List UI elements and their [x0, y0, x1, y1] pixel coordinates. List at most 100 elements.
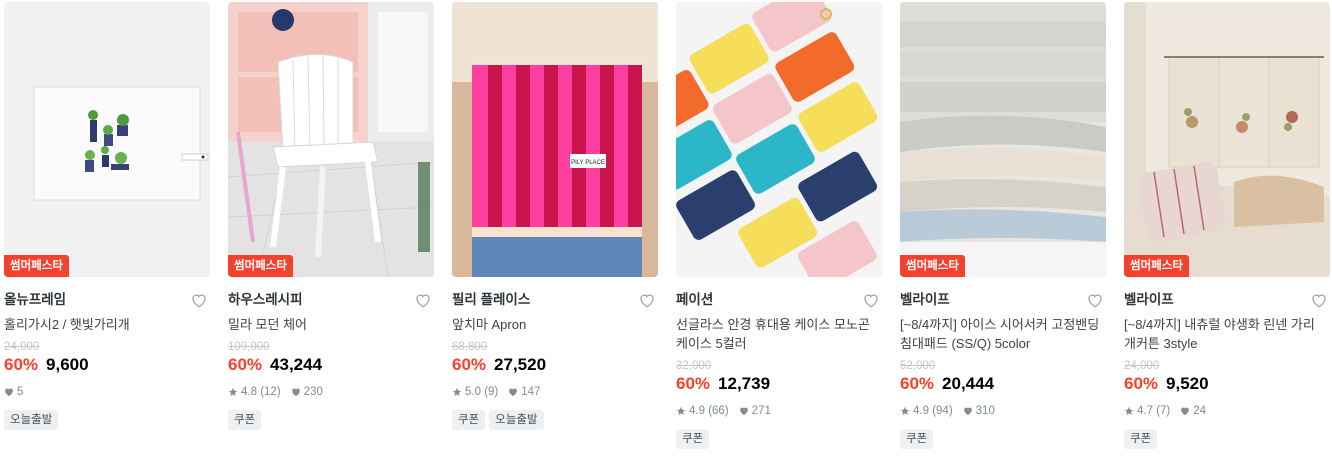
summer-festa-badge: 썸머페스타 — [228, 255, 293, 277]
like-count: 230 — [303, 386, 323, 398]
like-count: 5 — [17, 386, 24, 398]
product-stats: 4.7 (7) 24 — [1124, 403, 1330, 419]
original-price: 68,800 — [452, 341, 488, 353]
heart-icon[interactable] — [1086, 291, 1104, 309]
rating: 4.9 — [689, 405, 705, 417]
brand-name[interactable]: 올뉴프레임 — [4, 291, 210, 309]
sale-price: 12,739 — [718, 374, 771, 393]
tag-coupon: 쿠폰 — [900, 429, 934, 449]
rating: 4.9 — [913, 405, 929, 417]
product-stats: 4.8 (12) 230 — [228, 384, 434, 400]
white-chair-image — [228, 2, 434, 277]
like-count: 24 — [1193, 405, 1207, 417]
heart-icon[interactable] — [414, 291, 432, 309]
star-icon — [676, 406, 686, 415]
price-row: 60% 12,739 — [676, 373, 882, 395]
product-title[interactable]: [~8/4까지] 내츄럴 야생화 린넨 가리개커튼 3style — [1124, 315, 1324, 353]
summer-festa-badge: 썸머페스타 — [1124, 255, 1189, 277]
price-row: 60% 43,244 — [228, 354, 434, 376]
like-heart-icon — [5, 388, 13, 397]
tag-list: 쿠폰 — [676, 429, 882, 449]
linen-curtain-image — [1124, 2, 1330, 277]
striped-apron-image: PILY PLACE — [452, 2, 658, 277]
product-image[interactable]: 썸머페스타 — [4, 2, 210, 277]
product-card[interactable]: PILY PLACE 필리 플레이스 앞치마 Apron 68,800 60% 2… — [452, 2, 658, 430]
original-price: 52,000 — [900, 360, 936, 372]
product-image[interactable]: PILY PLACE — [452, 2, 658, 277]
brand-name[interactable]: 페이션 — [676, 291, 882, 309]
heart-icon[interactable] — [190, 291, 208, 309]
brand-name[interactable]: 하우스레시피 — [228, 291, 434, 309]
heart-icon[interactable] — [1310, 291, 1328, 309]
sale-price: 9,600 — [46, 355, 89, 374]
discount-rate: 60% — [228, 355, 263, 374]
heart-icon[interactable] — [638, 291, 656, 309]
product-card[interactable]: 썸머페스타 올뉴프레임 홀리가시2 / 햇빛가리개 24,000 60% 9,60… — [4, 2, 210, 430]
product-card[interactable]: 썸머페스타 하우스레시피 밀라 모던 체어 109,000 60% 43,244 … — [228, 2, 434, 430]
heart-icon[interactable] — [862, 291, 880, 309]
price-row: 60% 20,444 — [900, 373, 1106, 395]
star-icon — [900, 406, 910, 415]
product-stats: 4.9 (94) 310 — [900, 403, 1106, 419]
summer-festa-badge: 썸머페스타 — [4, 255, 69, 277]
tag-list: 쿠폰 — [900, 429, 1106, 449]
product-title[interactable]: 앞치마 Apron — [452, 315, 652, 334]
product-card[interactable]: 썸머페스타 벨라이프 [~8/4까지] 내츄럴 야생화 린넨 가리개커튼 3st… — [1124, 2, 1330, 449]
price-row: 60% 9,520 — [1124, 373, 1330, 395]
sale-price: 9,520 — [1166, 374, 1209, 393]
product-title[interactable]: 홀리가시2 / 햇빛가리개 — [4, 315, 204, 334]
like-heart-icon — [291, 388, 300, 397]
discount-rate: 60% — [900, 374, 935, 393]
tag-list: 쿠폰 — [228, 410, 434, 430]
star-icon — [228, 387, 238, 396]
tag-coupon: 쿠폰 — [228, 410, 262, 430]
like-heart-icon — [739, 407, 748, 416]
like-count: 271 — [751, 405, 771, 417]
star-icon — [452, 387, 462, 396]
tag-list: 쿠폰 — [1124, 429, 1330, 449]
product-image[interactable] — [676, 2, 882, 277]
product-image[interactable]: 썸머페스타 — [228, 2, 434, 277]
original-price: 24,000 — [4, 341, 40, 353]
tag-list: 쿠폰 오늘출발 — [452, 410, 658, 430]
bed-pad-stack-image — [900, 2, 1106, 277]
like-heart-icon — [509, 388, 518, 397]
tag-today-ship: 오늘출발 — [4, 410, 59, 430]
rating: 5.0 — [465, 386, 481, 398]
product-title[interactable]: 선글라스 안경 휴대용 케이스 모노곤 케이스 5컬러 — [676, 315, 876, 353]
like-heart-icon — [1181, 407, 1190, 416]
tag-coupon: 쿠폰 — [676, 429, 710, 449]
product-title[interactable]: 밀라 모던 체어 — [228, 315, 428, 334]
brand-name[interactable]: 벨라이프 — [1124, 291, 1330, 309]
discount-rate: 60% — [4, 355, 39, 374]
summer-festa-badge: 썸머페스타 — [900, 255, 965, 277]
original-price: 109,000 — [228, 341, 270, 353]
glasses-case-image — [676, 2, 882, 277]
product-stats: 4.9 (66) 271 — [676, 403, 882, 419]
product-card[interactable]: 썸머페스타 벨라이프 [~8/4까지] 아이스 시어서커 고정밴딩 침대패드 (… — [900, 2, 1106, 449]
brand-name[interactable]: 필리 플레이스 — [452, 291, 658, 309]
original-price: 32,000 — [676, 360, 712, 372]
discount-rate: 60% — [1124, 374, 1159, 393]
tag-coupon: 쿠폰 — [452, 410, 486, 430]
discount-rate: 60% — [676, 374, 711, 393]
review-count: (66) — [708, 405, 729, 417]
tag-coupon: 쿠폰 — [1124, 429, 1158, 449]
apron-print-label: PILY PLACE — [571, 160, 605, 166]
cactus-print-shade-image — [4, 2, 210, 277]
brand-name[interactable]: 벨라이프 — [900, 291, 1106, 309]
discount-rate: 60% — [452, 355, 487, 374]
product-title[interactable]: [~8/4까지] 아이스 시어서커 고정밴딩 침대패드 (SS/Q) 5colo… — [900, 315, 1100, 353]
review-count: (7) — [1156, 405, 1171, 417]
rating: 4.8 — [241, 386, 257, 398]
price-row: 60% 27,520 — [452, 354, 658, 376]
original-price: 24,000 — [1124, 360, 1160, 372]
star-icon — [1124, 406, 1134, 415]
product-image[interactable]: 썸머페스타 — [900, 2, 1106, 277]
product-card[interactable]: 페이션 선글라스 안경 휴대용 케이스 모노곤 케이스 5컬러 32,000 6… — [676, 2, 882, 449]
product-stats: 5.0 (9) 147 — [452, 384, 658, 400]
like-count: 310 — [975, 405, 995, 417]
product-grid: 썸머페스타 올뉴프레임 홀리가시2 / 햇빛가리개 24,000 60% 9,60… — [0, 0, 1332, 460]
product-image[interactable]: 썸머페스타 — [1124, 2, 1330, 277]
sale-price: 27,520 — [494, 355, 547, 374]
